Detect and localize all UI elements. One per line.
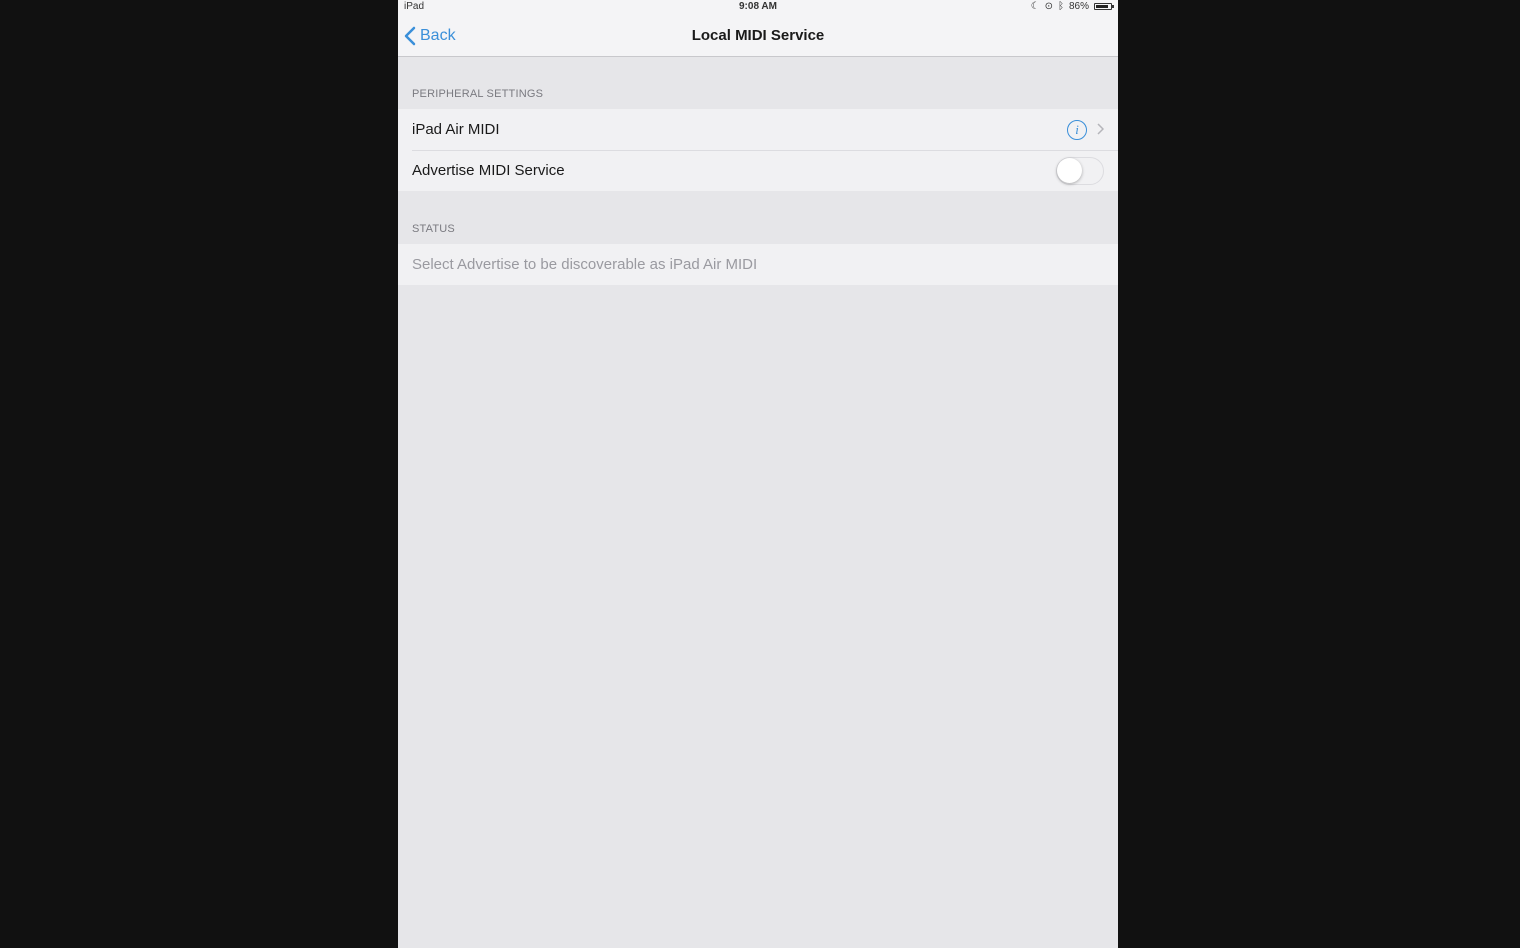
battery-icon (1094, 3, 1114, 10)
peripheral-name-label: iPad Air MIDI (412, 121, 500, 138)
row-accessories: i (1067, 109, 1105, 150)
status-group: Select Advertise to be discoverable as i… (398, 244, 1118, 285)
status-bar: iPad 9:08 AM ☾ ⊙ ᛒ 86% (398, 0, 1118, 14)
status-row: Select Advertise to be discoverable as i… (398, 244, 1118, 285)
section-header-peripheral: PERIPHERAL SETTINGS (412, 88, 544, 100)
bluetooth-icon: ᛒ (1057, 1, 1064, 12)
navigation-bar: Back Local MIDI Service (398, 14, 1118, 57)
status-indicators: ☾ ⊙ ᛒ 86% (1030, 1, 1114, 12)
peripheral-name-row[interactable]: iPad Air MIDI i (398, 109, 1118, 150)
advertise-midi-toggle[interactable] (1056, 156, 1104, 185)
advertise-accessory (1056, 150, 1104, 191)
toggle-knob (1057, 157, 1082, 183)
section-header-status: STATUS (412, 223, 455, 235)
page-title: Local MIDI Service (691, 27, 825, 44)
battery-fill (1096, 5, 1109, 8)
location-icon: ⊙ (1044, 1, 1053, 12)
chevron-right-icon (1097, 122, 1105, 137)
status-message: Select Advertise to be discoverable as i… (412, 256, 758, 273)
peripheral-settings-group: iPad Air MIDI i Advertise MIDI Service (398, 109, 1118, 191)
advertise-midi-label: Advertise MIDI Service (412, 162, 565, 179)
advertise-midi-row: Advertise MIDI Service (398, 150, 1118, 191)
ipad-screen: iPad 9:08 AM ☾ ⊙ ᛒ 86% Back Local MIDI S… (398, 0, 1118, 948)
battery-percent: 86% (1068, 1, 1089, 12)
info-icon[interactable]: i (1067, 119, 1087, 140)
status-time: 9:08 AM (739, 1, 777, 12)
moon-icon: ☾ (1030, 1, 1040, 12)
